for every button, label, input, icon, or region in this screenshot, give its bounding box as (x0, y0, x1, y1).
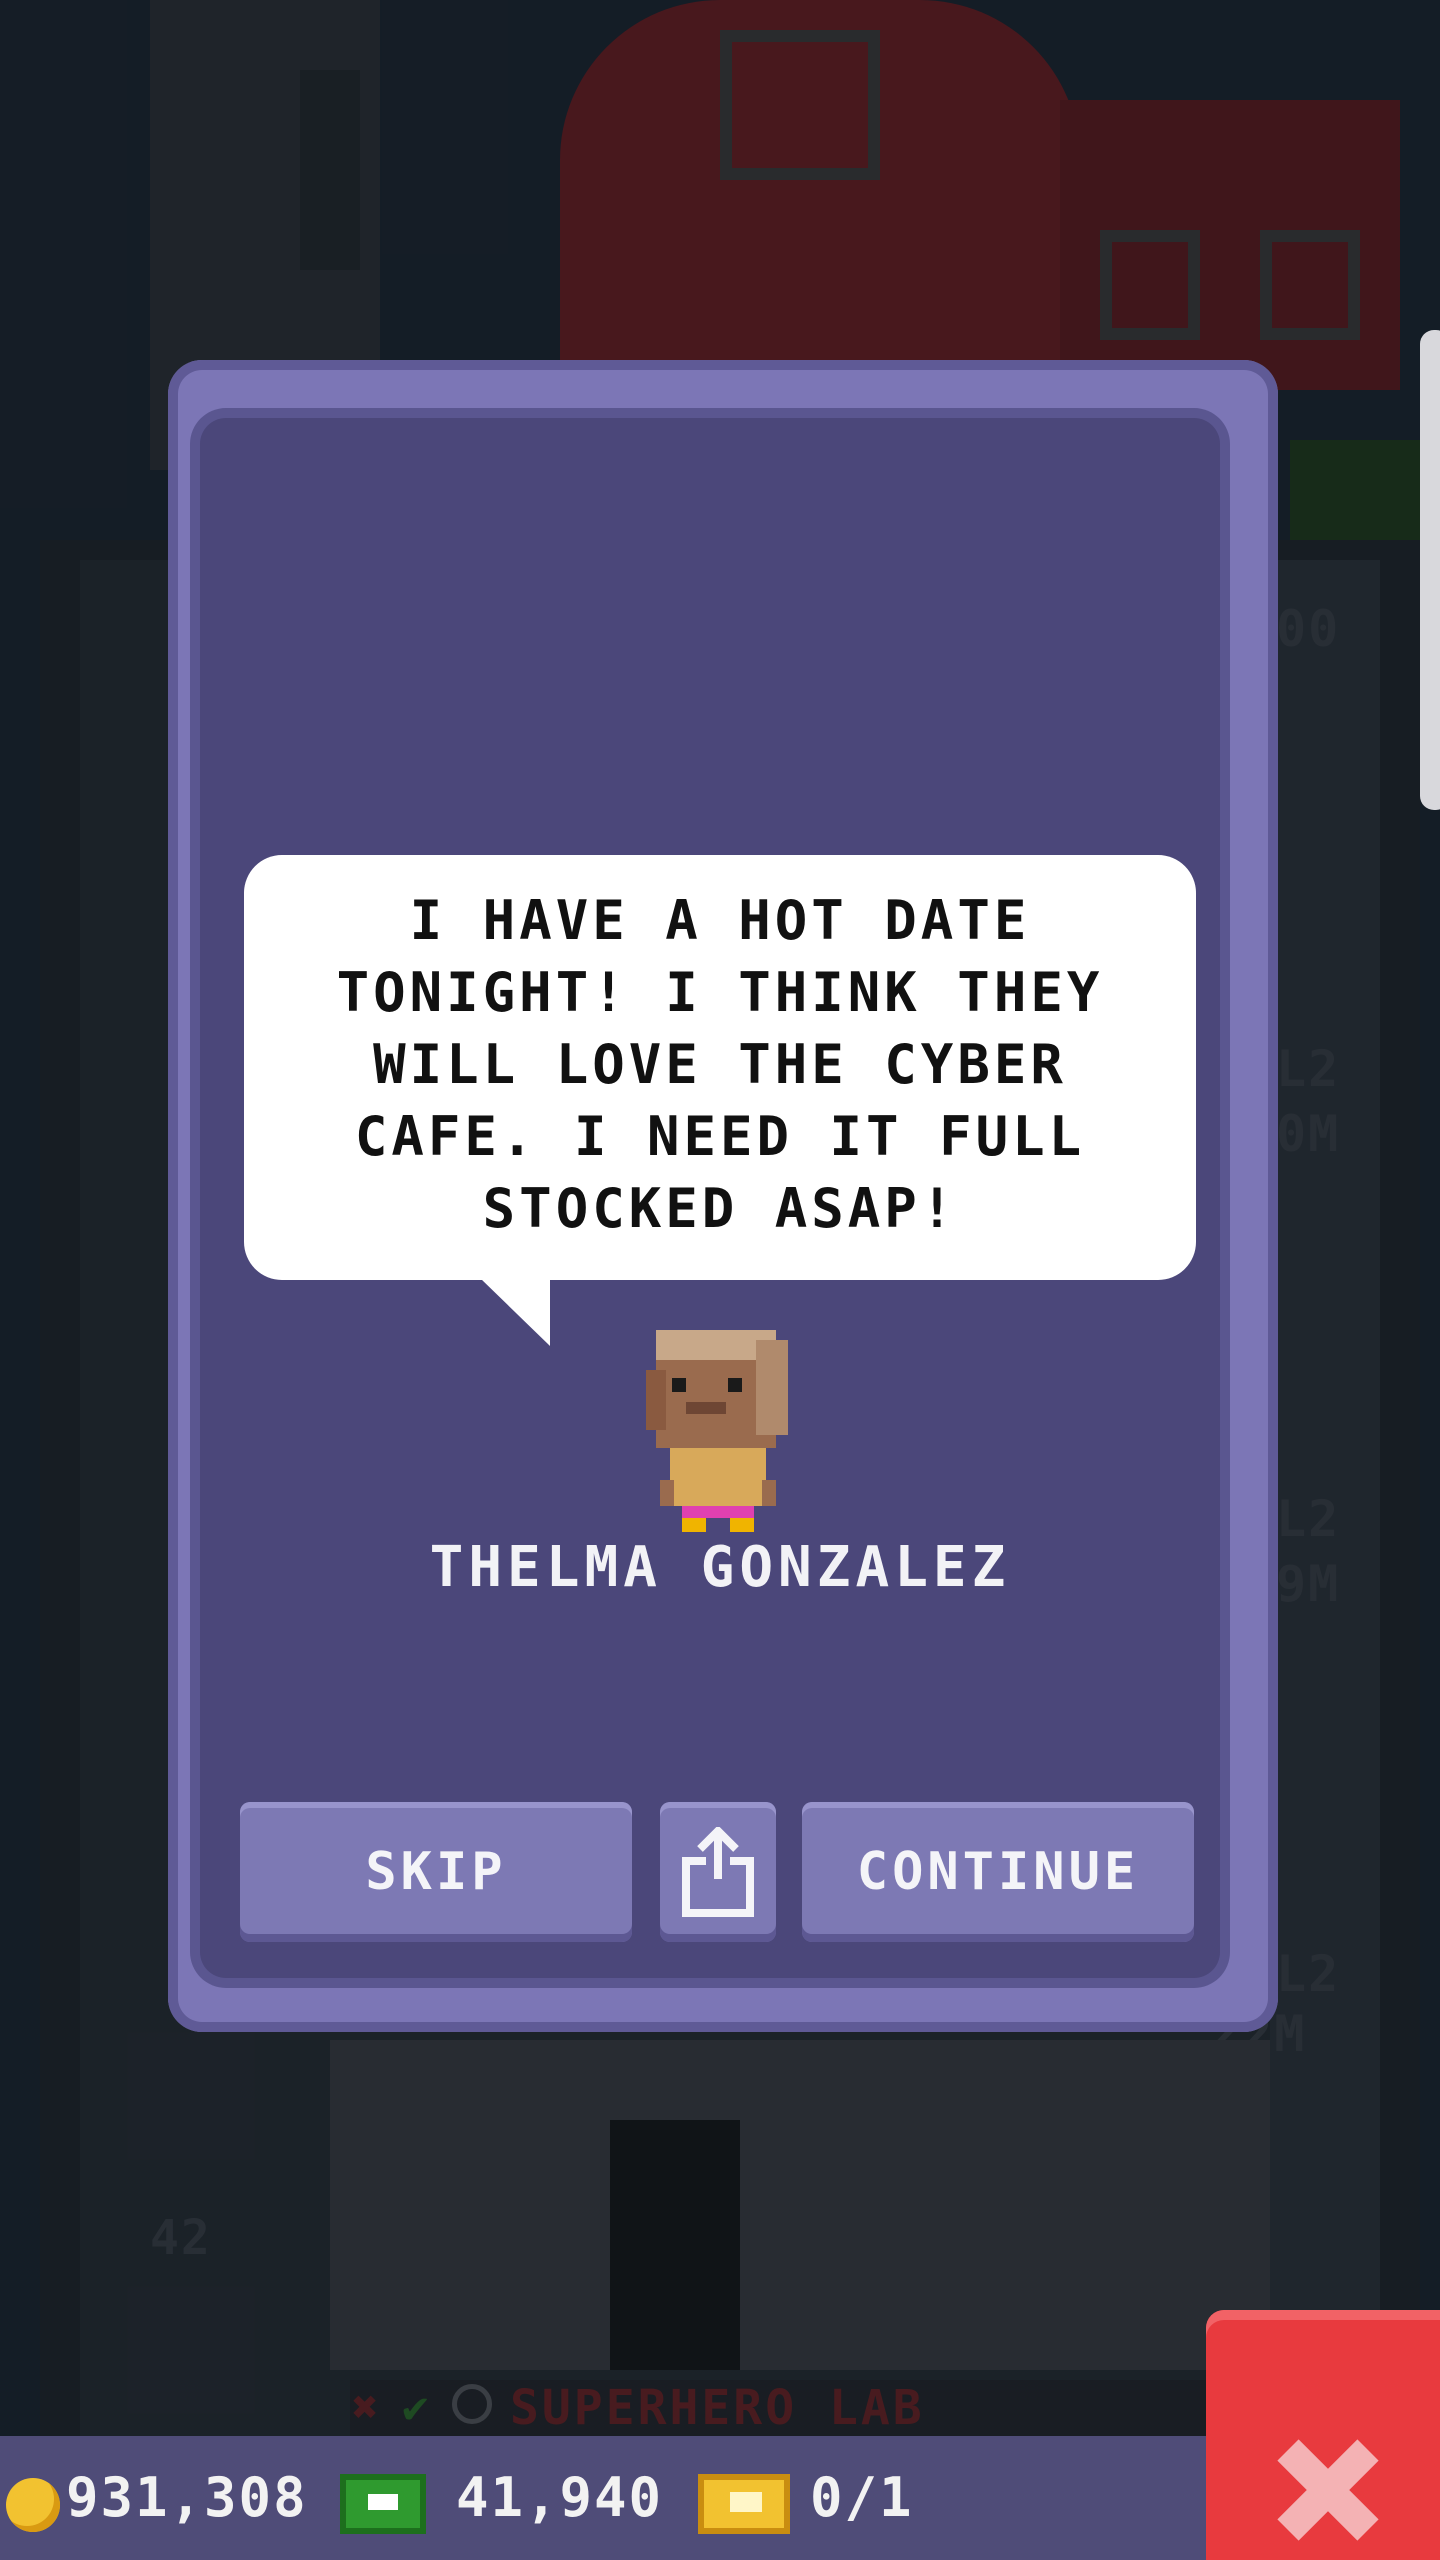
coin-count: 931,308 (66, 2466, 308, 2529)
bux-count: 41,940 (456, 2466, 664, 2529)
character-avatar (646, 1330, 796, 1535)
ticket-count: 0/1 (810, 2466, 914, 2529)
close-button[interactable] (1206, 2310, 1440, 2560)
side-drawer-handle[interactable] (1420, 330, 1440, 810)
bux-icon-mark (368, 2494, 398, 2510)
ticket-icon-mark (730, 2492, 762, 2512)
continue-button-label: CONTINUE (856, 1842, 1140, 1902)
share-icon (680, 1827, 756, 1917)
close-icon (1277, 2439, 1379, 2541)
ticket-icon (698, 2474, 790, 2534)
skip-button[interactable]: SKIP (240, 1802, 632, 1942)
character-name: THELMA GONZALEZ (429, 1535, 1011, 1600)
share-button[interactable] (660, 1802, 776, 1942)
coin-icon (6, 2478, 60, 2532)
bux-icon (340, 2474, 426, 2534)
continue-button[interactable]: CONTINUE (802, 1802, 1194, 1942)
skip-button-label: SKIP (365, 1842, 507, 1902)
speech-text: I HAVE A HOT DATE TONIGHT! I THINK THEY … (336, 889, 1104, 1240)
speech-bubble-tail (480, 1278, 550, 1346)
